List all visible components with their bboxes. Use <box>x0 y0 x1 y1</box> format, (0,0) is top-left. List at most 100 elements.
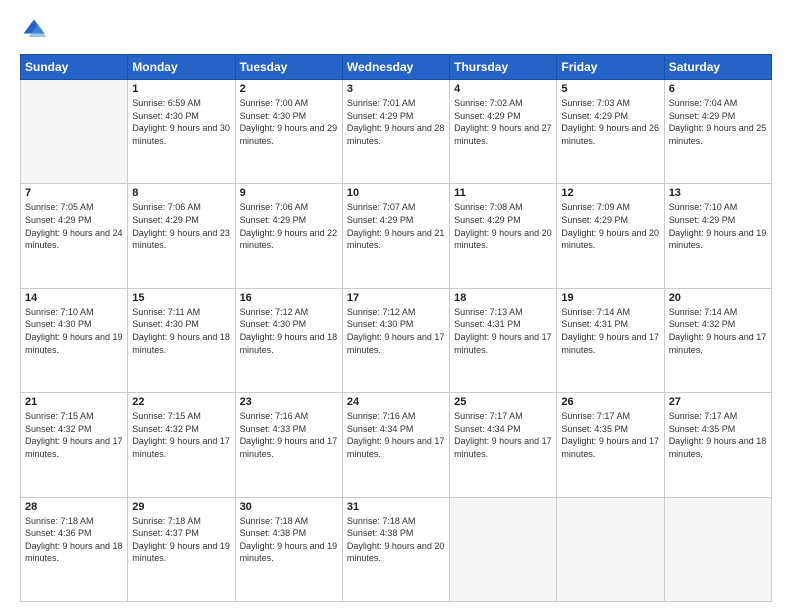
cell-info: Sunrise: 7:17 AMSunset: 4:35 PMDaylight:… <box>561 410 659 460</box>
day-number: 27 <box>669 396 767 408</box>
cell-info: Sunrise: 7:00 AMSunset: 4:30 PMDaylight:… <box>240 97 338 147</box>
calendar-cell: 14 Sunrise: 7:10 AMSunset: 4:30 PMDayligh… <box>21 288 128 392</box>
cell-info: Sunrise: 7:04 AMSunset: 4:29 PMDaylight:… <box>669 97 767 147</box>
cell-info: Sunrise: 7:05 AMSunset: 4:29 PMDaylight:… <box>25 201 123 251</box>
day-number: 17 <box>347 292 445 304</box>
header <box>20 16 772 44</box>
cell-info: Sunrise: 7:18 AMSunset: 4:37 PMDaylight:… <box>132 515 230 565</box>
cell-info: Sunrise: 7:10 AMSunset: 4:30 PMDaylight:… <box>25 306 123 356</box>
cell-info: Sunrise: 7:06 AMSunset: 4:29 PMDaylight:… <box>132 201 230 251</box>
calendar-week-0: 1Sunrise: 6:59 AMSunset: 4:30 PMDaylight… <box>21 80 772 184</box>
calendar-week-4: 28Sunrise: 7:18 AMSunset: 4:36 PMDayligh… <box>21 497 772 601</box>
logo-icon <box>20 16 48 44</box>
day-number: 23 <box>240 396 338 408</box>
cell-info: Sunrise: 7:18 AMSunset: 4:36 PMDaylight:… <box>25 515 123 565</box>
day-number: 19 <box>561 292 659 304</box>
cell-info: Sunrise: 7:17 AMSunset: 4:35 PMDaylight:… <box>669 410 767 460</box>
day-number: 26 <box>561 396 659 408</box>
cell-info: Sunrise: 7:11 AMSunset: 4:30 PMDaylight:… <box>132 306 230 356</box>
calendar-cell <box>21 80 128 184</box>
calendar-cell: 4 Sunrise: 7:02 AMSunset: 4:29 PMDaylight… <box>450 80 557 184</box>
calendar-cell: 3Sunrise: 7:01 AMSunset: 4:29 PMDaylight… <box>342 80 449 184</box>
day-number: 15 <box>132 292 230 304</box>
day-number: 12 <box>561 187 659 199</box>
col-header-wednesday: Wednesday <box>342 55 449 80</box>
calendar-cell: 23 Sunrise: 7:16 AMSunset: 4:33 PMDayligh… <box>235 393 342 497</box>
cell-info: Sunrise: 7:02 AMSunset: 4:29 PMDaylight:… <box>454 97 552 147</box>
cell-info: Sunrise: 7:08 AMSunset: 4:29 PMDaylight:… <box>454 201 552 251</box>
day-number: 10 <box>347 187 445 199</box>
calendar-cell: 16Sunrise: 7:12 AMSunset: 4:30 PMDayligh… <box>235 288 342 392</box>
cell-info: Sunrise: 7:12 AMSunset: 4:30 PMDaylight:… <box>240 306 338 356</box>
col-header-friday: Friday <box>557 55 664 80</box>
day-number: 8 <box>132 187 230 199</box>
col-header-monday: Monday <box>128 55 235 80</box>
calendar-cell: 28Sunrise: 7:18 AMSunset: 4:36 PMDayligh… <box>21 497 128 601</box>
day-number: 2 <box>240 83 338 95</box>
calendar-cell: 29 Sunrise: 7:18 AMSunset: 4:37 PMDayligh… <box>128 497 235 601</box>
day-number: 1 <box>132 83 230 95</box>
calendar-cell: 6 Sunrise: 7:04 AMSunset: 4:29 PMDaylight… <box>664 80 771 184</box>
day-number: 30 <box>240 501 338 513</box>
calendar-cell: 21 Sunrise: 7:15 AMSunset: 4:32 PMDayligh… <box>21 393 128 497</box>
logo <box>20 16 50 44</box>
calendar-cell: 7 Sunrise: 7:05 AMSunset: 4:29 PMDaylight… <box>21 184 128 288</box>
calendar-cell: 25Sunrise: 7:17 AMSunset: 4:34 PMDayligh… <box>450 393 557 497</box>
day-number: 31 <box>347 501 445 513</box>
calendar-cell: 9 Sunrise: 7:06 AMSunset: 4:29 PMDaylight… <box>235 184 342 288</box>
day-number: 24 <box>347 396 445 408</box>
calendar-cell: 1Sunrise: 6:59 AMSunset: 4:30 PMDaylight… <box>128 80 235 184</box>
day-number: 5 <box>561 83 659 95</box>
day-number: 4 <box>454 83 552 95</box>
day-number: 11 <box>454 187 552 199</box>
day-number: 7 <box>25 187 123 199</box>
calendar-week-1: 7 Sunrise: 7:05 AMSunset: 4:29 PMDaylight… <box>21 184 772 288</box>
cell-info: Sunrise: 7:13 AMSunset: 4:31 PMDaylight:… <box>454 306 552 356</box>
day-number: 21 <box>25 396 123 408</box>
day-number: 25 <box>454 396 552 408</box>
day-number: 14 <box>25 292 123 304</box>
calendar-cell: 12 Sunrise: 7:09 AMSunset: 4:29 PMDayligh… <box>557 184 664 288</box>
calendar-week-3: 21 Sunrise: 7:15 AMSunset: 4:32 PMDayligh… <box>21 393 772 497</box>
calendar-header-row: SundayMondayTuesdayWednesdayThursdayFrid… <box>21 55 772 80</box>
calendar-cell: 31Sunrise: 7:18 AMSunset: 4:38 PMDayligh… <box>342 497 449 601</box>
calendar-cell <box>557 497 664 601</box>
cell-info: Sunrise: 7:15 AMSunset: 4:32 PMDaylight:… <box>132 410 230 460</box>
calendar-cell: 26 Sunrise: 7:17 AMSunset: 4:35 PMDayligh… <box>557 393 664 497</box>
col-header-sunday: Sunday <box>21 55 128 80</box>
col-header-thursday: Thursday <box>450 55 557 80</box>
cell-info: Sunrise: 7:18 AMSunset: 4:38 PMDaylight:… <box>240 515 338 565</box>
cell-info: Sunrise: 7:16 AMSunset: 4:33 PMDaylight:… <box>240 410 338 460</box>
cell-info: Sunrise: 7:06 AMSunset: 4:29 PMDaylight:… <box>240 201 338 251</box>
calendar-cell: 20 Sunrise: 7:14 AMSunset: 4:32 PMDayligh… <box>664 288 771 392</box>
day-number: 18 <box>454 292 552 304</box>
calendar-cell: 5 Sunrise: 7:03 AMSunset: 4:29 PMDaylight… <box>557 80 664 184</box>
cell-info: Sunrise: 7:16 AMSunset: 4:34 PMDaylight:… <box>347 410 445 460</box>
col-header-tuesday: Tuesday <box>235 55 342 80</box>
page: SundayMondayTuesdayWednesdayThursdayFrid… <box>0 0 792 612</box>
cell-info: Sunrise: 7:12 AMSunset: 4:30 PMDaylight:… <box>347 306 445 356</box>
calendar-cell: 2 Sunrise: 7:00 AMSunset: 4:30 PMDaylight… <box>235 80 342 184</box>
day-number: 29 <box>132 501 230 513</box>
calendar-cell: 22Sunrise: 7:15 AMSunset: 4:32 PMDayligh… <box>128 393 235 497</box>
cell-info: Sunrise: 7:01 AMSunset: 4:29 PMDaylight:… <box>347 97 445 147</box>
calendar-cell: 8 Sunrise: 7:06 AMSunset: 4:29 PMDaylight… <box>128 184 235 288</box>
calendar-cell: 13 Sunrise: 7:10 AMSunset: 4:29 PMDayligh… <box>664 184 771 288</box>
day-number: 20 <box>669 292 767 304</box>
col-header-saturday: Saturday <box>664 55 771 80</box>
calendar-cell: 18 Sunrise: 7:13 AMSunset: 4:31 PMDayligh… <box>450 288 557 392</box>
cell-info: Sunrise: 7:10 AMSunset: 4:29 PMDaylight:… <box>669 201 767 251</box>
day-number: 6 <box>669 83 767 95</box>
calendar-cell: 17 Sunrise: 7:12 AMSunset: 4:30 PMDayligh… <box>342 288 449 392</box>
calendar-cell: 27 Sunrise: 7:17 AMSunset: 4:35 PMDayligh… <box>664 393 771 497</box>
calendar-cell: 11 Sunrise: 7:08 AMSunset: 4:29 PMDayligh… <box>450 184 557 288</box>
cell-info: Sunrise: 7:03 AMSunset: 4:29 PMDaylight:… <box>561 97 659 147</box>
day-number: 9 <box>240 187 338 199</box>
cell-info: Sunrise: 7:14 AMSunset: 4:31 PMDaylight:… <box>561 306 659 356</box>
cell-info: Sunrise: 7:09 AMSunset: 4:29 PMDaylight:… <box>561 201 659 251</box>
calendar-table: SundayMondayTuesdayWednesdayThursdayFrid… <box>20 54 772 602</box>
day-number: 13 <box>669 187 767 199</box>
cell-info: Sunrise: 7:15 AMSunset: 4:32 PMDaylight:… <box>25 410 123 460</box>
calendar-cell: 15 Sunrise: 7:11 AMSunset: 4:30 PMDayligh… <box>128 288 235 392</box>
cell-info: Sunrise: 7:14 AMSunset: 4:32 PMDaylight:… <box>669 306 767 356</box>
